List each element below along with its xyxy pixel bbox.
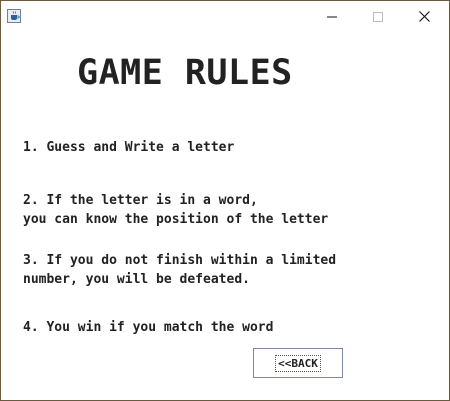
rule-item: 3. If you do not finish within a limited… bbox=[23, 251, 336, 289]
close-button[interactable] bbox=[401, 1, 447, 31]
maximize-button[interactable] bbox=[355, 1, 401, 31]
maximize-icon bbox=[373, 7, 383, 26]
rule-item: 1. Guess and Write a letter bbox=[23, 138, 234, 157]
rule-text: 2. If the letter is in a word, bbox=[23, 193, 258, 208]
game-rules-window: GAME RULES 1. Guess and Write a letter 2… bbox=[0, 0, 450, 401]
java-cup-icon bbox=[7, 8, 21, 23]
rule-text: 1. Guess and Write a letter bbox=[23, 140, 235, 155]
rule-text: number, you will be defeated. bbox=[23, 272, 250, 287]
back-button-label: <<BACK bbox=[275, 354, 321, 372]
minimize-button[interactable] bbox=[309, 1, 355, 31]
minimize-icon bbox=[327, 7, 337, 26]
rule-item: 2. If the letter is in a word, you can kn… bbox=[23, 191, 328, 229]
back-button[interactable]: <<BACK bbox=[253, 348, 343, 378]
title-bar[interactable] bbox=[1, 1, 449, 31]
rule-text: you can know the position of the letter bbox=[23, 212, 329, 227]
rule-text: 4. You win if you match the word bbox=[23, 320, 274, 335]
page-title: GAME RULES bbox=[77, 53, 293, 93]
close-icon bbox=[418, 7, 430, 26]
rule-text: 3. If you do not finish within a limited bbox=[23, 253, 337, 268]
rule-item: 4. You win if you match the word bbox=[23, 318, 273, 337]
